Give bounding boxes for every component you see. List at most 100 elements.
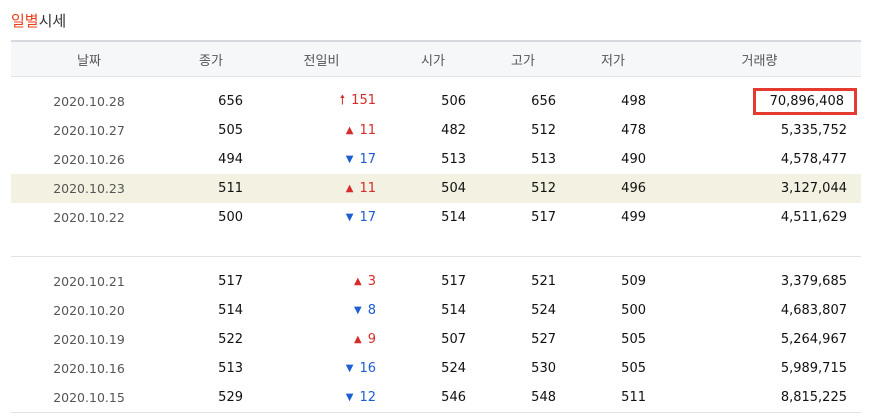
low-cell: 505 (568, 325, 658, 354)
date-value: 2020.10.22 (53, 210, 125, 225)
change-value: 17 (359, 210, 376, 225)
close-value: 656 (218, 94, 243, 109)
change-value: 17 (359, 152, 376, 167)
change-indicator: ▲ 11 (346, 181, 376, 196)
table-row[interactable]: 2020.10.16 513 ▼ 16 524 530 505 5,989,715 (11, 354, 861, 383)
group-divider-cell (11, 232, 861, 257)
open-value: 504 (441, 181, 466, 196)
arrow-down-icon: ▼ (345, 363, 354, 374)
table-row[interactable]: 2020.10.22 500 ▼ 17 514 517 499 4,511,629 (11, 203, 861, 232)
close-value: 529 (218, 390, 243, 405)
high-cell: 517 (478, 203, 568, 232)
arrow-down-icon: ▼ (354, 305, 362, 316)
volume-value-highlighted: 70,896,408 (752, 88, 857, 115)
header-low: 저가 (601, 53, 625, 69)
header-open: 시가 (421, 53, 445, 69)
high-cell: 512 (478, 116, 568, 145)
date-value: 2020.10.26 (53, 152, 125, 167)
volume-cell: 4,578,477 (658, 145, 861, 174)
volume-value: 5,989,715 (780, 361, 847, 376)
table-row[interactable]: 2020.10.27 505 ▲ 11 482 512 478 5,335,752 (11, 116, 861, 145)
change-cell: ▼ 16 (255, 354, 388, 383)
high-value: 530 (531, 361, 556, 376)
date-value: 2020.10.16 (53, 361, 125, 376)
date-value: 2020.10.19 (53, 332, 125, 347)
header-volume: 거래량 (741, 53, 778, 69)
high-cell: 524 (478, 296, 568, 325)
volume-value: 4,511,629 (780, 210, 847, 225)
change-value: 9 (367, 332, 376, 347)
low-value: 498 (621, 94, 646, 109)
close-cell: 505 (167, 116, 255, 145)
daily-price-table: 날짜 종가 전일비 시가 고가 저가 거래량 2020.10.28 656 🠕 151… (11, 40, 861, 413)
table-row[interactable]: 2020.10.21 517 ▲ 3 517 521 509 3,379,685 (11, 267, 861, 296)
open-cell: 514 (388, 296, 478, 325)
date-cell: 2020.10.21 (11, 267, 167, 296)
high-cell: 527 (478, 325, 568, 354)
low-value: 499 (621, 210, 646, 225)
open-value: 513 (441, 152, 466, 167)
volume-value: 3,379,685 (780, 274, 847, 289)
date-cell: 2020.10.19 (11, 325, 167, 354)
section-title: 일별시세 (11, 10, 66, 31)
volume-cell: 3,379,685 (658, 267, 861, 296)
volume-value: 3,127,044 (780, 181, 847, 196)
arrow-up-icon: ▲ (345, 183, 354, 194)
high-value: 548 (531, 390, 556, 405)
close-value: 505 (218, 123, 243, 138)
arrow-up-icon: 🠕 (339, 92, 346, 108)
low-cell: 511 (568, 383, 658, 413)
high-value: 521 (531, 274, 556, 289)
high-value: 527 (531, 332, 556, 347)
high-value: 517 (531, 210, 556, 225)
volume-cell: 8,815,225 (658, 383, 861, 413)
change-indicator: ▲ 3 (354, 274, 376, 289)
arrow-down-icon: ▼ (345, 392, 354, 403)
header-close: 종가 (199, 53, 223, 69)
volume-cell: 5,264,967 (658, 325, 861, 354)
low-value: 505 (621, 361, 646, 376)
open-cell: 517 (388, 267, 478, 296)
open-cell: 524 (388, 354, 478, 383)
date-cell: 2020.10.27 (11, 116, 167, 145)
close-value: 514 (218, 303, 243, 318)
close-cell: 529 (167, 383, 255, 413)
table-row[interactable]: 2020.10.26 494 ▼ 17 513 513 490 4,578,477 (11, 145, 861, 174)
high-cell: 512 (478, 174, 568, 203)
low-cell: 498 (568, 87, 658, 116)
close-value: 513 (218, 361, 243, 376)
date-cell: 2020.10.28 (11, 87, 167, 116)
open-cell: 482 (388, 116, 478, 145)
table-row[interactable]: 2020.10.20 514 ▼ 8 514 524 500 4,683,807 (11, 296, 861, 325)
change-cell: ▲ 11 (255, 174, 388, 203)
high-cell: 513 (478, 145, 568, 174)
change-cell: ▼ 17 (255, 145, 388, 174)
date-cell: 2020.10.26 (11, 145, 167, 174)
group-gap-cell (11, 257, 861, 268)
table-row[interactable]: 2020.10.15 529 ▼ 12 546 548 511 8,815,225 (11, 383, 861, 413)
low-value: 490 (621, 152, 646, 167)
change-indicator: ▼ 17 (346, 152, 376, 167)
arrow-down-icon: ▼ (345, 154, 354, 165)
close-value: 517 (218, 274, 243, 289)
open-value: 482 (441, 123, 466, 138)
open-value: 507 (441, 332, 466, 347)
volume-cell: 70,896,408 (658, 87, 861, 116)
table-row[interactable]: 2020.10.23 511 ▲ 11 504 512 496 3,127,044 (11, 174, 861, 203)
close-cell: 513 (167, 354, 255, 383)
header-date: 날짜 (77, 53, 101, 69)
table-row[interactable]: 2020.10.19 522 ▲ 9 507 527 505 5,264,967 (11, 325, 861, 354)
date-cell: 2020.10.16 (11, 354, 167, 383)
close-cell: 656 (167, 87, 255, 116)
table-row[interactable]: 2020.10.28 656 🠕 151 506 656 498 70,896,408 (11, 87, 861, 116)
low-cell: 496 (568, 174, 658, 203)
volume-cell: 5,335,752 (658, 116, 861, 145)
header-high: 고가 (511, 53, 535, 69)
date-value: 2020.10.28 (53, 94, 125, 109)
change-value: 12 (359, 390, 376, 405)
low-cell: 500 (568, 296, 658, 325)
section-title-accent: 일별 (11, 12, 39, 30)
change-value: 151 (351, 92, 376, 108)
close-cell: 494 (167, 145, 255, 174)
change-indicator: ▼ 16 (346, 361, 376, 376)
